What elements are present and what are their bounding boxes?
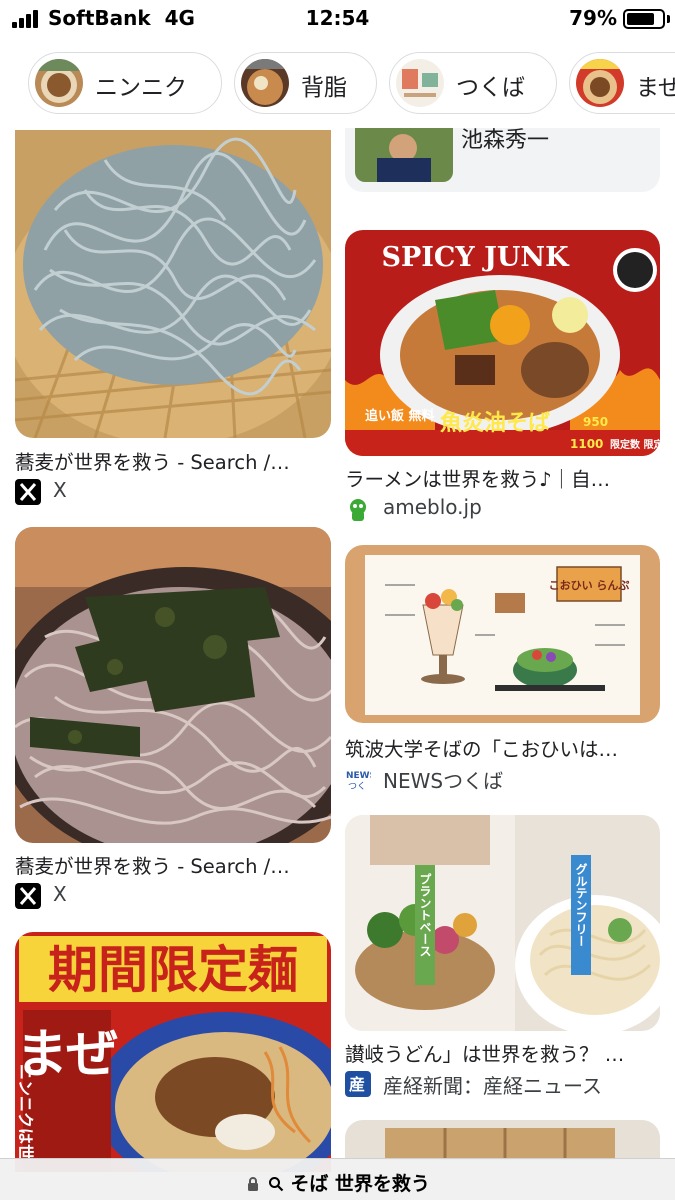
source-name: NEWSつくば <box>383 769 504 793</box>
related-search-chips: ニンニク 背脂 つくば まぜ <box>0 48 675 120</box>
spicy-junk-note-left: 追い飯 無料 <box>365 408 435 424</box>
battery-cap <box>667 15 670 23</box>
poster-banner-text: 期間限定麺 <box>48 941 298 999</box>
svg-text:NEWS: NEWS <box>346 771 371 781</box>
udon-right-tag: グルテンフリー <box>574 862 588 947</box>
spicy-junk-note-right: 限定数 限定6 <box>610 438 660 451</box>
udon-left-tag: プラントベース <box>418 873 432 957</box>
chip-ninniku[interactable]: ニンニク <box>28 52 222 114</box>
ameblo-icon <box>345 496 371 522</box>
poster-sub-text: ニンニクは世 <box>16 1064 35 1160</box>
status-bar: SoftBank 4G 12:54 79% <box>0 0 675 38</box>
chip-seabura[interactable]: 背脂 <box>234 52 377 114</box>
source-name: X <box>53 478 67 502</box>
spicy-junk-dish: 魚炎油そば <box>440 410 550 436</box>
chip-label: つくば <box>456 75 525 101</box>
url-display[interactable]: そば 世界を救う <box>0 1169 675 1196</box>
result-source[interactable]: X <box>15 882 331 910</box>
result-card-partial[interactable]: 池森秀一 <box>345 128 660 194</box>
sankei-icon: 産 <box>345 1071 371 1097</box>
result-title[interactable]: 讃岐うどん」は世界を救う？ … <box>345 1038 660 1067</box>
result-image-spicy-junk[interactable]: SPICY JUNK 追い飯 無料 魚炎油そば 950 1100 限定数 限定6 <box>345 230 660 456</box>
result-title[interactable]: 筑波大学そばの「こおひいは… <box>345 733 660 762</box>
spicy-junk-set-price: 1100 <box>570 437 603 451</box>
result-card[interactable]: こおひい らんぷ 筑波大学そばの「こおひいは… NEWSつく NEWSつくば <box>345 545 660 793</box>
url-query: そば 世界を救う <box>290 1173 430 1195</box>
result-card[interactable]: 期間限定麺 まぜ ニンニクは世 <box>15 932 331 1172</box>
result-source[interactable]: NEWSつく NEWSつくば <box>345 765 660 793</box>
source-name: 産経新聞：産経ニュース <box>383 1074 602 1098</box>
result-card[interactable]: 蕎麦が世界を救う - Search /… X <box>15 130 331 510</box>
partial-card-thumbnail <box>355 128 453 182</box>
partial-card-title: 池森秀一 <box>461 128 550 153</box>
result-source[interactable]: 産 産経新聞：産経ニュース <box>345 1070 660 1098</box>
result-title[interactable]: ラーメンは世界を救う♪｜自… <box>345 463 660 492</box>
result-image-sanuki-udon[interactable]: プラントベース グルテンフリー <box>345 815 660 1031</box>
result-card[interactable]: SPICY JUNK 追い飯 無料 魚炎油そば 950 1100 限定数 限定6… <box>345 230 660 526</box>
result-image-maze-poster[interactable]: 期間限定麺 まぜ ニンニクは世 <box>15 932 331 1172</box>
result-card[interactable]: プラントベース グルテンフリー 讃岐うどん」は世界を救う？ … 産 産経新聞：産… <box>345 815 660 1101</box>
svg-text:つく: つく <box>348 782 366 792</box>
result-title[interactable]: 蕎麦が世界を救う - Search /… <box>15 850 331 879</box>
result-source[interactable]: X <box>15 478 331 506</box>
battery-percent: 79% <box>569 6 617 30</box>
x-logo-icon <box>15 883 41 909</box>
source-name: X <box>53 882 67 906</box>
result-image-zaru-soba[interactable] <box>15 130 331 438</box>
lock-icon <box>245 1175 261 1191</box>
chip-thumbnail <box>35 59 83 107</box>
svg-text:産: 産 <box>349 1075 365 1094</box>
news-tsukuba-icon: NEWSつく <box>345 766 376 792</box>
chip-label: まぜ <box>636 75 675 101</box>
spicy-junk-heading: SPICY JUNK <box>381 242 570 273</box>
chip-thumbnail <box>396 59 444 107</box>
coffee-lamp-heading: こおひい らんぷ <box>549 579 630 592</box>
chip-tsukuba[interactable]: つくば <box>389 52 557 114</box>
x-logo-icon <box>15 479 41 505</box>
chip-label: 背脂 <box>301 75 347 101</box>
source-name: ameblo.jp <box>383 495 482 519</box>
result-image-nori-soba[interactable] <box>15 527 331 843</box>
result-source[interactable]: ameblo.jp <box>345 495 660 523</box>
chip-thumbnail <box>576 59 624 107</box>
search-icon <box>268 1175 284 1192</box>
chip-label: ニンニク <box>95 75 187 101</box>
battery-fill <box>627 13 654 25</box>
chip-maze[interactable]: まぜ <box>569 52 675 114</box>
spicy-junk-price: 950 <box>583 415 608 429</box>
chip-thumbnail <box>241 59 289 107</box>
result-title[interactable]: 蕎麦が世界を救う - Search /… <box>15 446 331 475</box>
battery-icon <box>623 9 665 29</box>
result-card[interactable]: 蕎麦が世界を救う - Search /… X <box>15 527 331 909</box>
browser-url-bar[interactable]: そば 世界を救う <box>0 1158 675 1200</box>
result-image-coffee-lamp[interactable]: こおひい らんぷ <box>345 545 660 723</box>
result-image-wooden-tray[interactable] <box>345 1120 660 1160</box>
result-card-partial[interactable] <box>345 1120 660 1160</box>
